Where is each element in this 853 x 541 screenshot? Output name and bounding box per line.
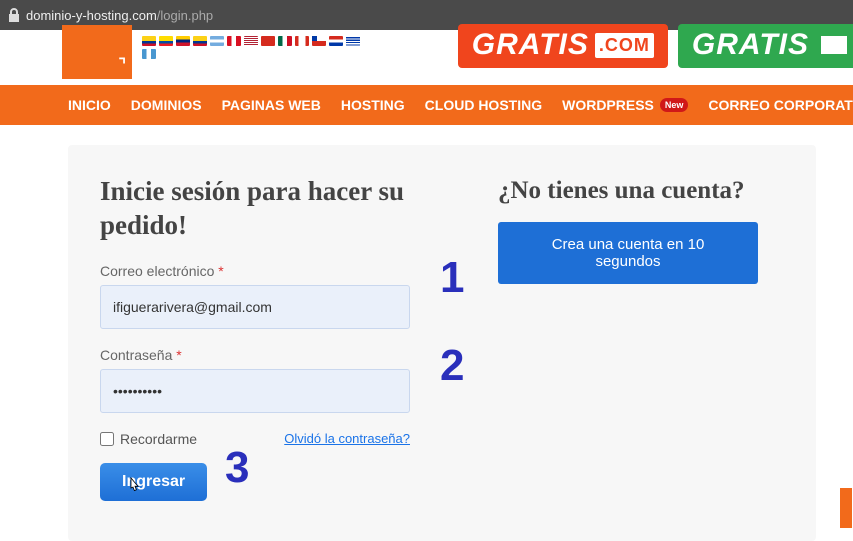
- card-icon: [819, 34, 849, 56]
- main-nav: INICIO DOMINIOS PAGINAS WEB HOSTING CLOU…: [0, 85, 853, 125]
- flag-icon[interactable]: [159, 36, 173, 46]
- flag-icon[interactable]: [210, 36, 224, 46]
- nav-label: WORDPRESS: [562, 97, 654, 113]
- required-asterisk: *: [218, 263, 223, 279]
- password-label-text: Contraseña: [100, 347, 176, 363]
- remember-me[interactable]: Recordarme: [100, 431, 197, 447]
- nav-inicio[interactable]: INICIO: [68, 97, 111, 113]
- new-pill: New: [660, 98, 689, 112]
- login-form: Inicie sesión para hacer su pedido! Corr…: [100, 175, 470, 501]
- flag-icon[interactable]: [346, 36, 360, 46]
- flag-icon[interactable]: [193, 36, 207, 46]
- nav-cloud-hosting[interactable]: CLOUD HOSTING: [425, 97, 542, 113]
- cursor-pointer-icon: [126, 477, 142, 500]
- forgot-password-link[interactable]: Olvidó la contraseña?: [284, 431, 410, 446]
- remember-label: Recordarme: [120, 431, 197, 447]
- email-label-text: Correo electrónico: [100, 263, 218, 279]
- flag-icon[interactable]: [329, 36, 343, 46]
- flag-icon[interactable]: [142, 36, 156, 46]
- signup-heading: ¿No tienes una cuenta?: [498, 175, 784, 206]
- url-path: /login.php: [157, 8, 213, 23]
- logo-glyph: ⌝: [119, 55, 127, 75]
- badge-text: GRATIS: [472, 28, 589, 62]
- nav-paginas-web[interactable]: PAGINAS WEB: [222, 97, 321, 113]
- promo-badge-gratis-card: GRATIS: [678, 24, 853, 68]
- remember-checkbox[interactable]: [100, 432, 114, 446]
- lock-icon: [8, 8, 20, 22]
- password-field[interactable]: [100, 369, 410, 413]
- password-label: Contraseña *: [100, 347, 470, 363]
- step-annotation-3: 3: [225, 443, 249, 493]
- brand-logo[interactable]: ⌝: [62, 25, 132, 79]
- nav-dominios[interactable]: DOMINIOS: [131, 97, 202, 113]
- step-annotation-2: 2: [440, 341, 464, 391]
- flag-icon[interactable]: [312, 36, 326, 46]
- signup-panel: ¿No tienes una cuenta? Crea una cuenta e…: [470, 175, 784, 501]
- email-field[interactable]: [100, 285, 410, 329]
- login-button[interactable]: Ingresar: [100, 463, 207, 501]
- required-asterisk: *: [176, 347, 181, 363]
- nav-correo[interactable]: CORREO CORPORATIVO: [708, 97, 853, 113]
- url-host: dominio-y-hosting.com: [26, 8, 157, 23]
- flag-icon[interactable]: [176, 36, 190, 46]
- email-label: Correo electrónico *: [100, 263, 470, 279]
- promo-badge-gratis-com: GRATIS .COM: [458, 24, 668, 68]
- page-content: Inicie sesión para hacer su pedido! Corr…: [0, 125, 853, 541]
- step-annotation-1: 1: [440, 253, 464, 303]
- flag-icon[interactable]: [227, 36, 241, 46]
- badge-com: .COM: [595, 33, 654, 58]
- top-header: ⌝ GRATIS .COM GRATIS: [0, 30, 853, 85]
- side-decoration: [840, 488, 852, 528]
- flag-icon[interactable]: [295, 36, 309, 46]
- remember-row: Recordarme Olvidó la contraseña?: [100, 431, 410, 447]
- badge-text: GRATIS: [692, 28, 809, 62]
- promo-badges: GRATIS .COM GRATIS: [458, 24, 853, 68]
- auth-panel: Inicie sesión para hacer su pedido! Corr…: [68, 145, 816, 541]
- login-heading: Inicie sesión para hacer su pedido!: [100, 175, 470, 243]
- flag-icon[interactable]: [278, 36, 292, 46]
- country-flags: [142, 36, 362, 59]
- flag-icon[interactable]: [261, 36, 275, 46]
- nav-hosting[interactable]: HOSTING: [341, 97, 405, 113]
- nav-wordpress[interactable]: WORDPRESS New: [562, 97, 688, 113]
- flag-icon[interactable]: [142, 49, 156, 59]
- create-account-button[interactable]: Crea una cuenta en 10 segundos: [498, 222, 758, 284]
- flag-icon[interactable]: [244, 36, 258, 46]
